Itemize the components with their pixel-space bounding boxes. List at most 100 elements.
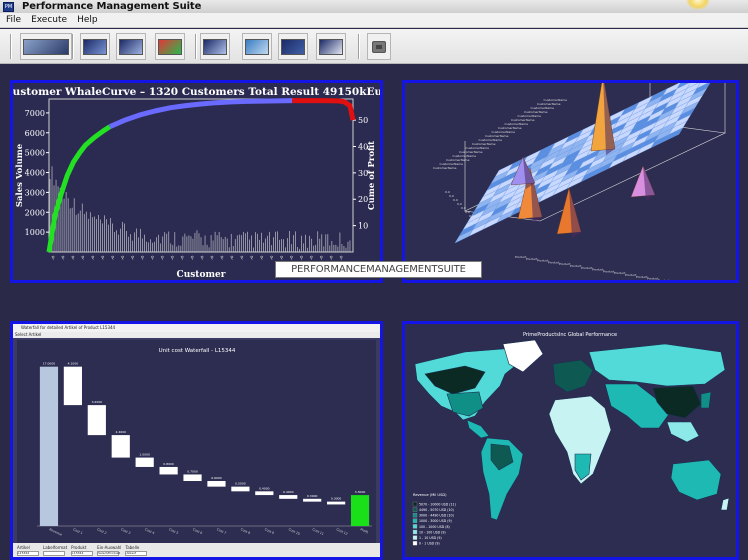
toolbar-separator <box>72 34 74 59</box>
legend-swatch <box>412 507 418 512</box>
waterfall-data-label: 1.0000 <box>139 453 150 457</box>
axis-tick-label: CustomerName <box>511 118 535 122</box>
waterfall-data-label: 0.4000 <box>259 486 270 490</box>
chart-thumbnail-icon <box>83 38 107 55</box>
chart-thumbnail-icon <box>23 38 69 55</box>
waterfall-data-label: 3.2000 <box>92 400 103 404</box>
tooltip: PERFORMANCEMANAGEMENTSUITE <box>275 261 482 278</box>
axis-tick-label: CustomerName <box>524 110 548 114</box>
axis-tick-label: CustomerName <box>498 126 522 130</box>
y2-axis-label: Cume of Profit <box>367 141 377 210</box>
waterfall-control-value[interactable]: Ablauf <box>125 550 148 556</box>
window-title: Performance Management Suite <box>22 1 202 12</box>
x-tick-label: Product <box>658 278 670 280</box>
waterfall-control[interactable]: Tabelle Ablauf <box>125 544 148 556</box>
waterfall-control-value[interactable]: L15344 <box>17 550 39 556</box>
world-map-panel[interactable]: PrimeProductsInc Global Performance Reven… <box>402 321 739 560</box>
waterfall-data-label: 0.3000 <box>307 494 318 498</box>
axis-tick-label: CustomerName <box>466 146 490 150</box>
waterfall-bar <box>207 481 226 487</box>
axis-tick-label: CustomerName <box>485 134 509 138</box>
title-bar[interactable]: PM Performance Management Suite <box>0 0 748 13</box>
legend-label: 4490 - 5070 USD (10) <box>419 508 454 512</box>
x-axis-label: Customer <box>177 270 226 280</box>
legend-label: 5070 - 10000 USD (11) <box>419 502 456 506</box>
waterfall-bar <box>111 435 130 458</box>
plot-frame <box>48 98 354 253</box>
legend-label: 0 - 1 USD (9) <box>419 542 440 546</box>
legend-swatch <box>412 501 418 507</box>
left-tick-label: 2000 <box>25 208 45 217</box>
waterfall-control-label: Tabelle <box>125 544 140 550</box>
waterfall-control[interactable]: Artikel L15344 <box>17 545 39 556</box>
left-tick-label: 7000 <box>25 109 45 118</box>
axis-tick-label: CustomerName <box>505 122 529 126</box>
menu-bar: File Execute Help <box>0 13 748 28</box>
axis-tick-label: CustomerName <box>453 154 477 158</box>
menu-file[interactable]: File <box>6 15 21 25</box>
waterfall-control-label: Labelformat <box>43 544 68 550</box>
waterfall-control-value[interactable]: L15344 <box>71 550 94 556</box>
waterfall-bar <box>327 501 346 505</box>
chart-view-button-5[interactable] <box>200 33 230 60</box>
waterfall-bar <box>63 366 82 406</box>
waterfall-data-label: 0.3000 <box>331 497 342 501</box>
waterfall-panel[interactable]: Waterfall for detailed Artikel of Produc… <box>10 321 383 560</box>
legend-label: 1000 - 3000 USD (9) <box>419 519 452 523</box>
waterfall-bar <box>87 405 106 436</box>
axis-tick-label: CustomerName <box>472 142 496 146</box>
menu-help[interactable]: Help <box>77 15 98 25</box>
waterfall-control-label: Ein-Auswahl <box>97 544 122 550</box>
chart-thumbnail-icon <box>245 38 269 55</box>
legend-swatch <box>412 513 418 518</box>
chart-view-button-1[interactable] <box>20 33 72 60</box>
waterfall-menubar[interactable]: Select Artikel <box>13 332 380 338</box>
waterfall-window: Waterfall for detailed Artikel of Produc… <box>13 324 380 557</box>
waterfall-data-label: 4.1000 <box>68 362 79 366</box>
chart-thumbnail-icon <box>281 38 305 55</box>
legend-swatch <box>412 535 418 540</box>
waterfall-data-label: 3.3000 <box>355 490 366 494</box>
waterfall-data-label: 0.4000 <box>283 490 294 494</box>
legend-label: 100 - 1000 USD (8) <box>419 525 450 529</box>
z-tick-label: 0.0 <box>473 218 478 222</box>
whale-curve-panel[interactable]: Customer WhaleCurve – 1320 Customers Tot… <box>10 80 383 283</box>
waterfall-control[interactable]: Ein-Auswahl Select/Produkt <box>97 545 121 556</box>
chart-view-button-8[interactable] <box>316 33 346 60</box>
camera-button[interactable] <box>367 33 391 60</box>
chart-view-button-4[interactable] <box>155 33 185 60</box>
toolbar-separator <box>10 34 12 59</box>
waterfall-plot: Unit cost Waterfall - L15344 17.0000 Reven… <box>17 340 376 543</box>
surface-3d-panel[interactable]: CustomerName CustomerName CustomerName Cust… <box>402 80 739 283</box>
left-tick-label: 6000 <box>25 129 45 138</box>
axis-tick-label: CustomerName <box>537 102 561 106</box>
right-tick-label: 10 <box>358 222 368 231</box>
workspace: Customer WhaleCurve – 1320 Customers Tot… <box>0 64 748 560</box>
chart-view-button-3[interactable] <box>116 33 146 60</box>
waterfall-data-label: 17.0000 <box>43 362 55 366</box>
left-tick-label: 1000 <box>25 228 45 237</box>
chart-view-button-2[interactable] <box>80 33 110 60</box>
menu-execute[interactable]: Execute <box>31 15 67 25</box>
chart-thumbnail-icon <box>203 38 227 55</box>
waterfall-data-label: 0.8000 <box>163 462 174 466</box>
legend-label: 1 - 10 USD (9) <box>419 536 442 540</box>
waterfall-bar <box>39 366 59 526</box>
waterfall-control-value[interactable]: Select/Produkt <box>97 550 120 556</box>
legend-label: 3000 - 4490 USD (10) <box>419 514 454 518</box>
world-map: PrimeProductsInc Global Performance Reven… <box>405 324 736 557</box>
waterfall-controls: Artikel L15344 Labelformat · Produkt L15344 Ei… <box>13 543 380 557</box>
waterfall-control-value[interactable]: · <box>43 550 65 556</box>
waterfall-control[interactable]: Produkt L15344 <box>71 545 94 556</box>
axis-tick-label: CustomerName <box>440 162 464 166</box>
waterfall-bar <box>231 486 250 492</box>
axis-tick-label: CustomerName <box>446 158 470 162</box>
chart-view-button-6[interactable] <box>242 33 272 60</box>
waterfall-control[interactable]: Labelformat · <box>43 545 67 556</box>
legend-swatch <box>412 524 418 529</box>
waterfall-chart: Unit cost Waterfall - L1534417.0000Reven… <box>17 340 376 543</box>
legend-swatch <box>412 529 418 535</box>
waterfall-bar <box>279 495 298 499</box>
chart-view-button-7[interactable] <box>278 33 308 60</box>
waterfall-bar <box>135 457 154 467</box>
